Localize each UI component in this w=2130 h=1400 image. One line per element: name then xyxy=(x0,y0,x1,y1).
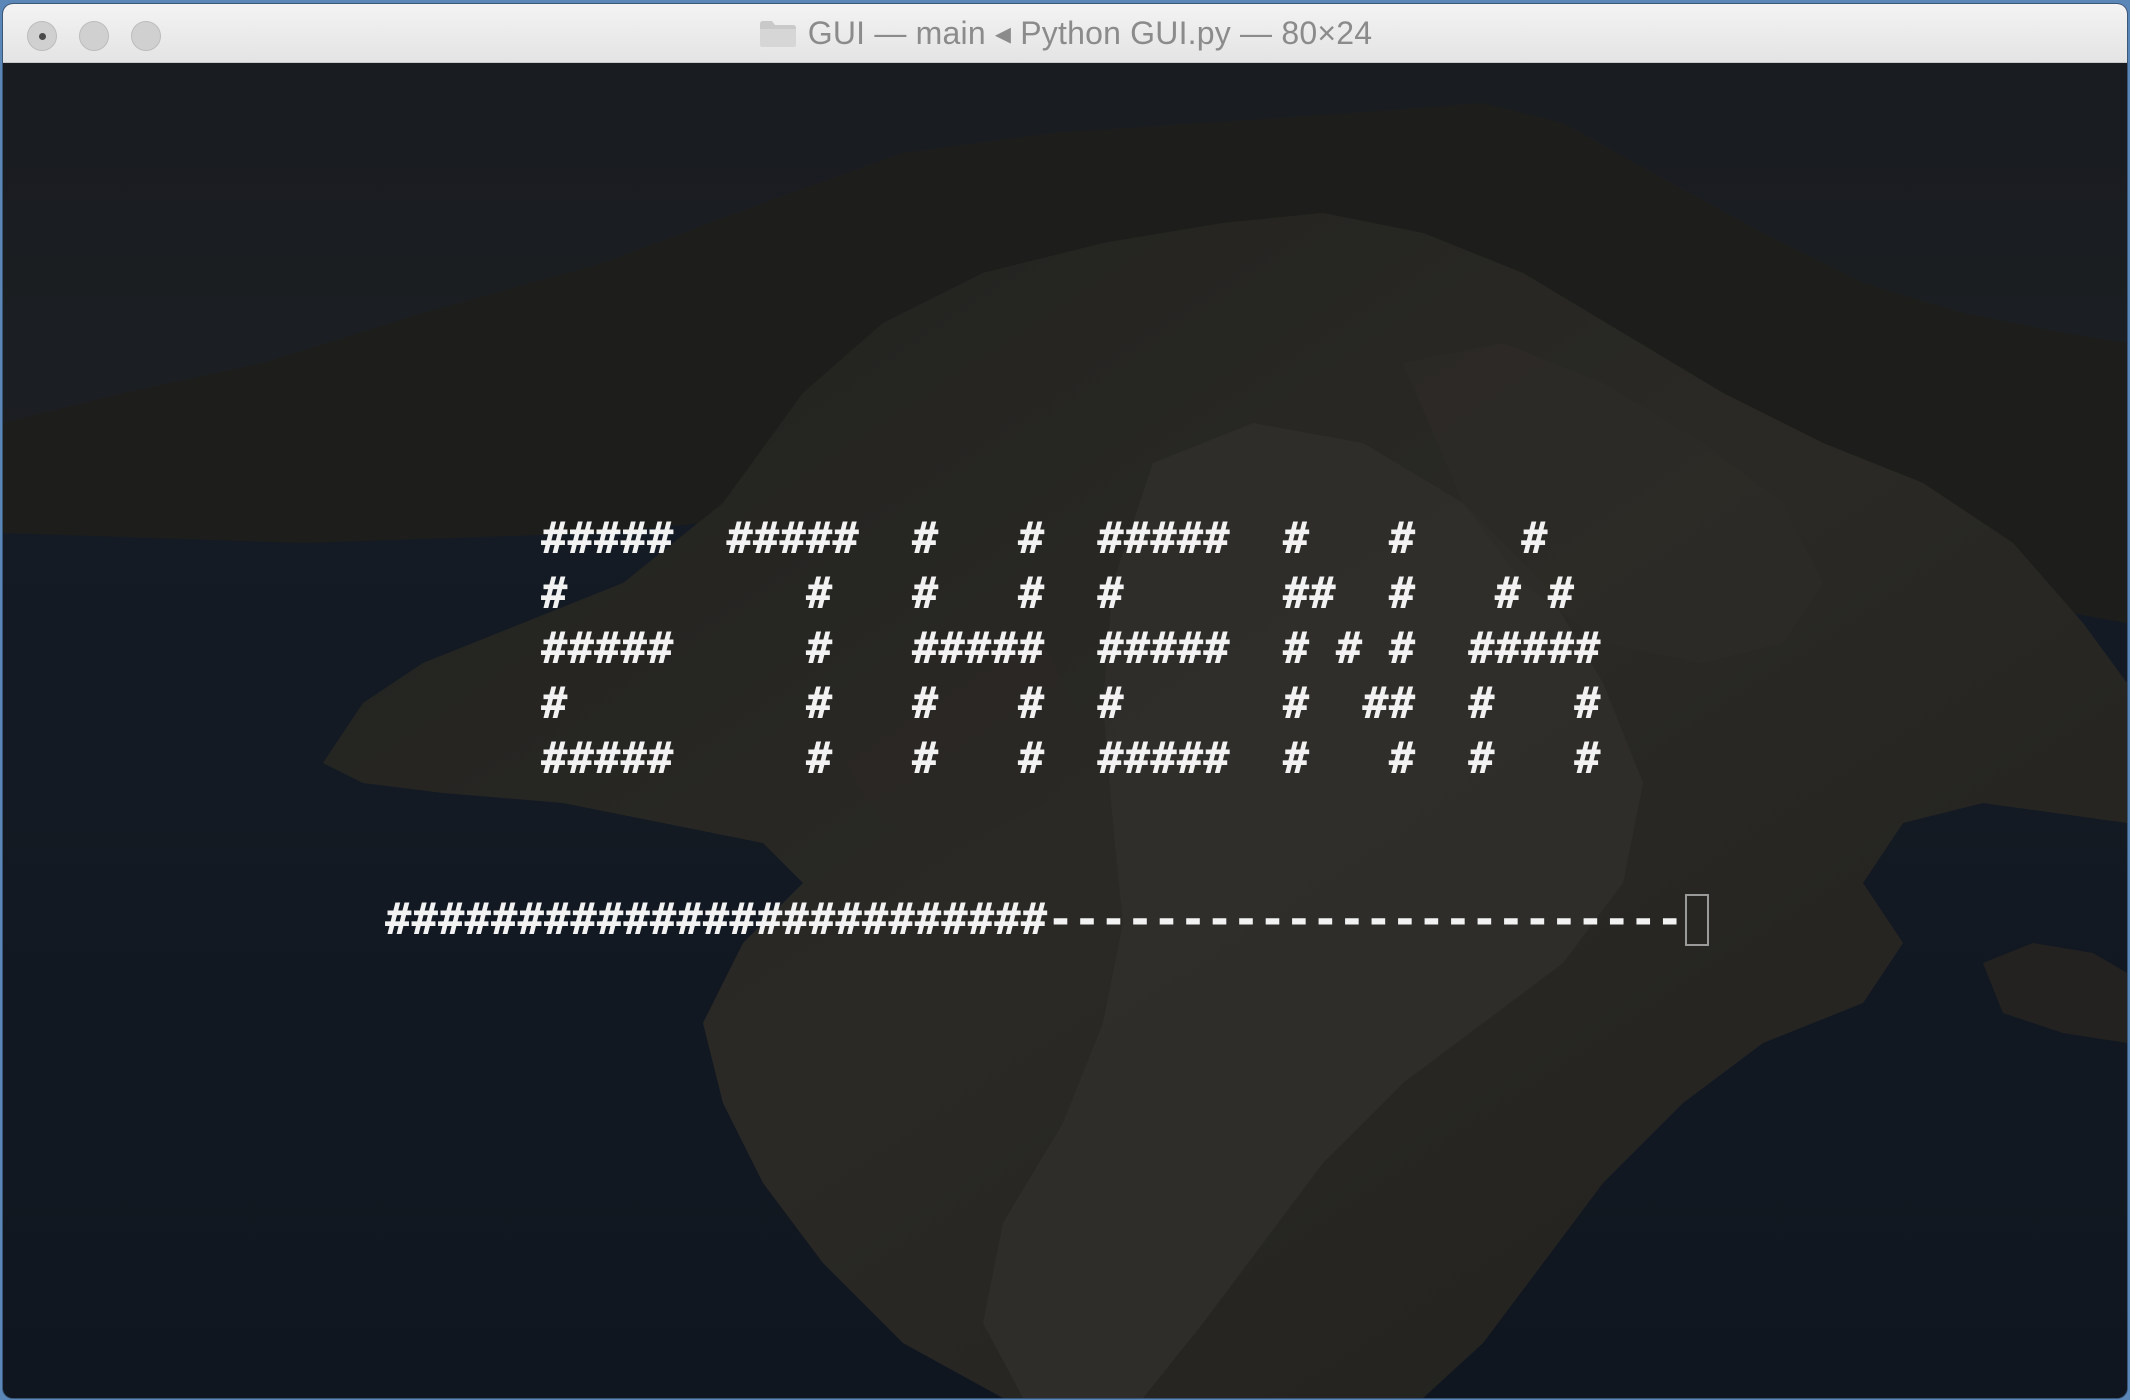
ascii-banner: ##### ##### # # ##### # # # # # # # # ##… xyxy=(541,511,1601,786)
progress-filled: ######################### xyxy=(385,894,1048,945)
ascii-banner-line: ##### # # # ##### # # # # xyxy=(541,733,1601,784)
terminal-content[interactable]: ##### ##### # # ##### # # # # # # # # ##… xyxy=(3,63,2127,1398)
ascii-banner-line: ##### # ##### ##### # # # ##### xyxy=(541,623,1601,674)
ascii-banner-line: # # # # # # ## # # xyxy=(541,678,1601,729)
title-bar[interactable]: GUI — main ◂ Python GUI.py — 80×24 xyxy=(3,4,2127,63)
ascii-banner-line: ##### ##### # # ##### # # # xyxy=(541,513,1548,564)
window-title-wrap: GUI — main ◂ Python GUI.py — 80×24 xyxy=(3,4,2127,62)
block-cursor xyxy=(1685,893,1710,946)
terminal-window: GUI — main ◂ Python GUI.py — 80×24 #####… xyxy=(3,4,2127,1398)
folder-icon xyxy=(758,18,798,48)
window-title: GUI — main ◂ Python GUI.py — 80×24 xyxy=(807,15,1373,51)
ascii-progress-bar: ######################### ---------------… xyxy=(385,892,1710,947)
progress-empty: ------------------------ xyxy=(1047,894,1684,945)
ascii-banner-line: # # # # # ## # # # xyxy=(541,568,1575,619)
